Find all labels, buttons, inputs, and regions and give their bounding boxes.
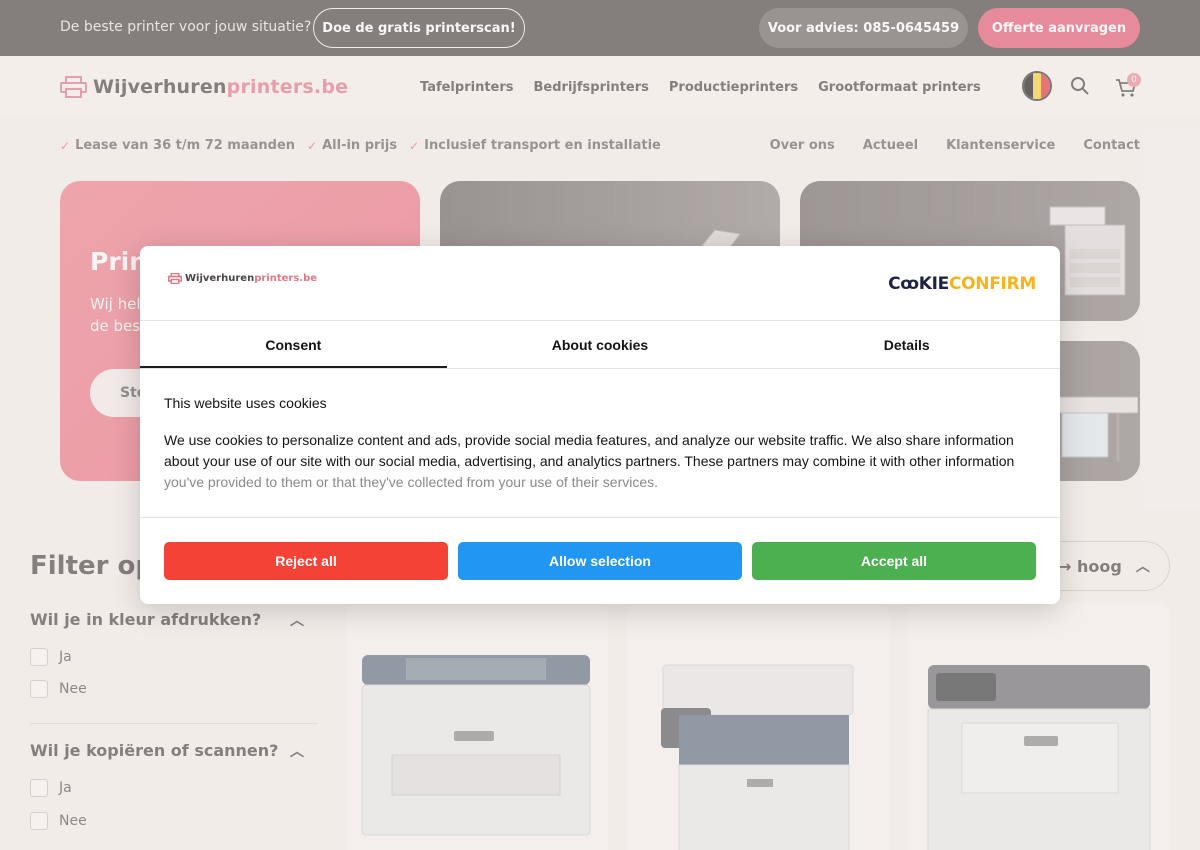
reject-all-button[interactable]: Reject all — [164, 542, 448, 580]
cookie-dialog-logo-accent: printers.be — [254, 273, 318, 284]
divider — [140, 517, 1060, 518]
cookie-description: We use cookies to personalize content an… — [164, 430, 1036, 493]
cookieconfirm-logo: CꝏKIECONFIRM — [888, 274, 1036, 294]
tab-consent[interactable]: Consent — [140, 321, 447, 368]
divider — [140, 368, 1060, 369]
cookie-shape-icon: ꝏ — [900, 274, 919, 294]
cookie-dialog-logo-main: Wijverhuren — [185, 273, 255, 284]
cookie-description-text: We use cookies to personalize content an… — [164, 432, 1015, 469]
cookie-tabs: Consent About cookies Details — [140, 321, 1060, 368]
tab-details[interactable]: Details — [753, 321, 1060, 368]
cookieconfirm-logo-part: C — [888, 274, 901, 294]
cookie-dialog-site-logo: Wijverhurenprinters.be — [168, 273, 317, 284]
cookieconfirm-logo-part: CONFIRM — [948, 274, 1036, 294]
cookie-consent-dialog: Wijverhurenprinters.be CꝏKIECONFIRM Cons… — [140, 246, 1060, 604]
tab-about-cookies[interactable]: About cookies — [447, 321, 754, 368]
printer-logo-icon — [168, 273, 182, 284]
allow-selection-button[interactable]: Allow selection — [458, 542, 742, 580]
accept-all-button[interactable]: Accept all — [752, 542, 1036, 580]
cookie-heading: This website uses cookies — [164, 395, 327, 411]
cookieconfirm-logo-part: KIE — [918, 274, 950, 294]
cookie-description-faded: you've provided to them or that they've … — [164, 474, 659, 490]
